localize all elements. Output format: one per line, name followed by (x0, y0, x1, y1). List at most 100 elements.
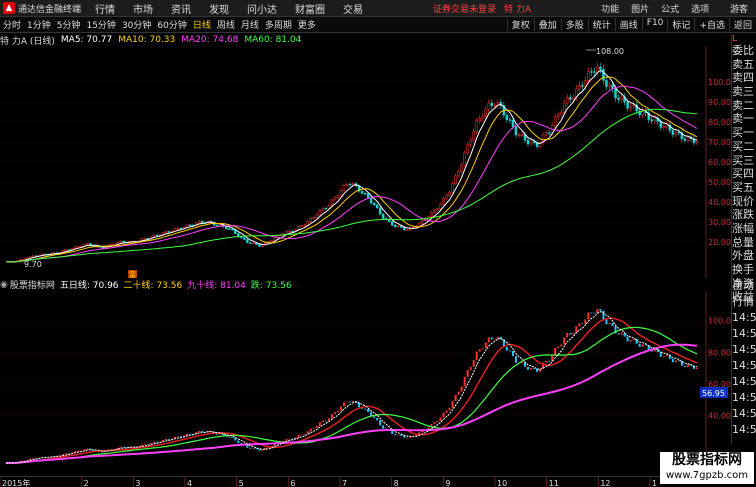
sub-magenta-line (5, 343, 698, 465)
sub-bar (686, 364, 689, 367)
ershi-label: 二十线: 73.56 (123, 281, 183, 291)
period-15min[interactable]: 15分钟 (83, 18, 118, 31)
quote-item-7: 买二 (732, 139, 754, 153)
x-tick-label: 10 (497, 479, 507, 487)
app-window: ▲ 通达信金融终端 行情 市场 资讯 发现 问小达 财富圈 交易 证券交易未登录… (0, 0, 756, 487)
candle-body (119, 240, 122, 243)
sub-bar (376, 417, 379, 421)
main-price-chart[interactable]: 100.0 90.00 80.00 70.00 60.00 50.00 40.00 30.00… (0, 46, 731, 278)
candle-body (188, 224, 192, 227)
sub-bar (86, 448, 89, 450)
menu-hangqing[interactable]: 行情 (95, 1, 115, 16)
period-more[interactable]: 更多 (295, 18, 319, 31)
menu-wenxiaoda[interactable]: 问小达 (247, 1, 277, 16)
candle-body (436, 208, 439, 211)
sub-bar (155, 441, 158, 443)
period-weekly[interactable]: 周线 (214, 18, 238, 31)
back-button[interactable]: 返回 (728, 18, 756, 31)
sub-bar (379, 420, 382, 426)
biaoji-button[interactable]: 标记 (667, 18, 694, 31)
sub-indicator-chart[interactable]: 100.080.0060.0040.00 56.95 (0, 291, 731, 475)
stock-name: 特 力A (504, 4, 532, 15)
candle-body (514, 126, 518, 136)
tick-item-7: 14:50 (732, 391, 756, 404)
sub-bar (460, 386, 463, 392)
period-1min[interactable]: 1分钟 (24, 18, 54, 31)
f10-button[interactable]: F10 (641, 18, 668, 31)
sub-bar (321, 420, 324, 423)
x-tick-label: 1 (652, 479, 657, 487)
candle-body (457, 171, 460, 177)
candle-body (466, 143, 469, 154)
menu-xuanxiang[interactable]: 选项 (691, 2, 709, 15)
main-ytick: 40.00 (708, 198, 731, 207)
sub-bar (231, 436, 234, 438)
menu-gongshi[interactable]: 公式 (661, 2, 679, 15)
sub-bar (665, 354, 668, 356)
guest-label[interactable]: 游客 (730, 2, 748, 15)
menu-shichang[interactable]: 市场 (133, 1, 153, 16)
sub-bar (249, 447, 252, 449)
tongji-button[interactable]: 统计 (587, 18, 615, 31)
candle-body (677, 131, 681, 134)
candle-body (185, 224, 189, 228)
candle-body (225, 226, 228, 230)
menu-faxian[interactable]: 发现 (209, 1, 229, 16)
candle-body (421, 220, 424, 224)
tick-item-3: 14:50 (732, 327, 756, 340)
candle-body (671, 130, 675, 135)
candle-body (529, 141, 533, 145)
candle-body (665, 124, 669, 127)
period-60min[interactable]: 60分钟 (154, 18, 189, 31)
sub-ytick: 40.00 (708, 412, 731, 421)
candle-body (309, 218, 313, 222)
quote-item-2: 卖四 (732, 71, 754, 85)
candle-body (451, 183, 454, 193)
wuri-label: 五日线: 70.96 (59, 281, 119, 291)
candle-body (243, 237, 246, 240)
sub-bar (198, 430, 201, 433)
chart-title: 特 力A (日线) (0, 36, 55, 47)
period-monthly[interactable]: 月线 (238, 18, 262, 31)
menu-caifuquan[interactable]: 财富圈 (295, 1, 325, 16)
ma10-label: MA10: 70.33 (118, 35, 176, 45)
candle-body (25, 257, 29, 260)
add-watchlist-button[interactable]: +自选 (694, 18, 729, 31)
period-30min[interactable]: 30分钟 (119, 18, 154, 31)
menu-jiaoyi[interactable]: 交易 (343, 1, 363, 16)
period-5min[interactable]: 5分钟 (54, 18, 84, 31)
quote-item-3: 卖三 (732, 85, 754, 99)
sub-bar (671, 358, 674, 363)
candle-body (662, 126, 666, 128)
sub-bar (391, 431, 394, 434)
sub-bar (367, 408, 370, 413)
main-ytick: 60.00 (708, 158, 731, 167)
menu-gongneng[interactable]: 功能 (601, 2, 619, 15)
candle-body (390, 221, 394, 226)
period-multi[interactable]: 多周期 (262, 18, 295, 31)
fuquan-button[interactable]: 复权 (506, 18, 534, 31)
duogu-button[interactable]: 多股 (560, 18, 588, 31)
sub-bar (373, 416, 376, 418)
candle-body (179, 227, 183, 230)
sub-bar (297, 434, 300, 438)
quote-panel: L 委比 卖五 卖四 卖三 卖二 卖一 买一 买二 买三 买四 买五 现价 涨跌 涨幅 总量 外盘 换手 净资 收益 (731, 34, 756, 303)
sub-bar (683, 365, 686, 367)
menu-zixun[interactable]: 资讯 (171, 1, 191, 16)
candle-body (101, 247, 104, 249)
login-notice[interactable]: 证券交易未登录 (433, 2, 496, 15)
sub-bar (189, 433, 192, 435)
candle-body (246, 239, 249, 243)
period-fenshi[interactable]: 分时 (0, 18, 24, 31)
menu-tupian[interactable]: 图片 (631, 2, 649, 15)
period-daily[interactable]: 日线 (190, 18, 214, 31)
diejia-button[interactable]: 叠加 (533, 18, 561, 31)
sub-bar (74, 450, 77, 453)
candle-body (252, 242, 255, 245)
huaxian-button[interactable]: 画线 (614, 18, 642, 31)
sub-bar (545, 360, 548, 363)
candle-body (593, 71, 596, 73)
candle-body (176, 227, 180, 230)
candle-body (197, 221, 201, 224)
sub-chart-dot-icon: ◉ (0, 279, 8, 290)
